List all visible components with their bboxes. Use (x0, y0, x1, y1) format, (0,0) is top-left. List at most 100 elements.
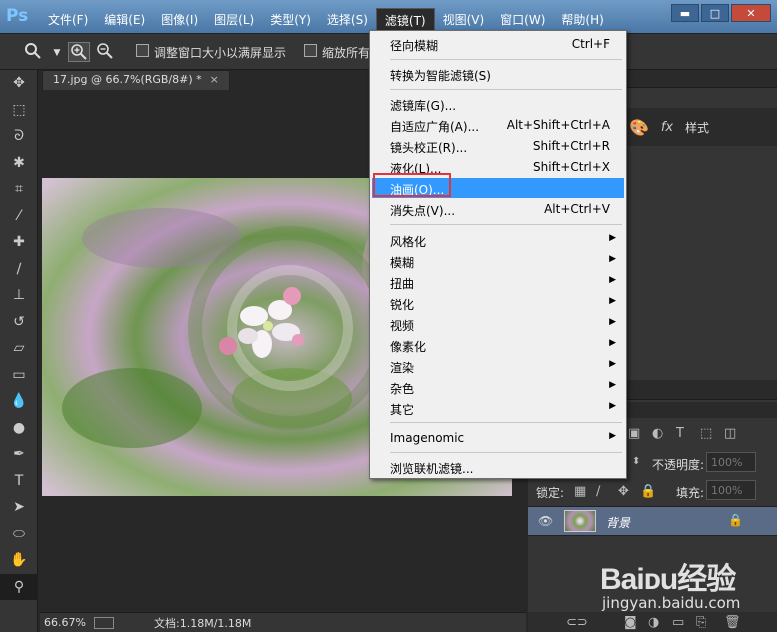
menu-item-video[interactable]: 视频 ▶ (372, 314, 624, 334)
lock-transparent-icon[interactable]: ▦ (574, 484, 586, 499)
lock-image-icon[interactable]: ∕ (596, 484, 600, 499)
fill-label: 填充: (676, 486, 705, 500)
magic-wand-tool-icon[interactable]: ✱ (0, 150, 38, 177)
menu-filter[interactable]: 滤镜(T) (375, 8, 435, 30)
menu-item-label: 锐化 (390, 298, 415, 312)
status-info-icon[interactable] (94, 616, 114, 629)
menubar: Ps 文件(F) 编辑(E) 图像(I) 图层(L) 类型(Y) 选择(S) 滤… (0, 0, 777, 34)
menu-item-imagenomic[interactable]: Imagenomic ▶ (372, 428, 624, 448)
menu-item-pixelate[interactable]: 像素化 ▶ (372, 335, 624, 355)
brush-tool-icon[interactable]: ∕ (0, 256, 38, 283)
menu-type[interactable]: 类型(Y) (262, 8, 319, 30)
zoom-out-icon[interactable] (94, 42, 116, 62)
submenu-arrow-icon: ▶ (609, 317, 616, 327)
layer-filter-shape-icon[interactable]: ⬚ (700, 426, 712, 441)
menu-item-lens-correction[interactable]: 镜头校正(R)... Shift+Ctrl+R (372, 136, 624, 156)
marquee-tool-icon[interactable]: ⬚ (0, 97, 38, 124)
menu-item-render[interactable]: 渲染 ▶ (372, 356, 624, 376)
close-button[interactable]: ✕ (731, 4, 771, 22)
blend-mode-chevron-icon[interactable]: ⬍ (632, 456, 640, 467)
crop-tool-icon[interactable]: ⌗ (0, 176, 38, 203)
menu-item-label: 镜头校正(R)... (390, 141, 468, 155)
zoom-tool-box-icon[interactable]: ⚲ (0, 573, 38, 600)
pen-tool-icon[interactable]: ✒ (0, 441, 38, 468)
fx-icon[interactable]: fx (653, 113, 681, 141)
menu-item-label: 滤镜库(G)... (390, 99, 457, 113)
eraser-tool-icon[interactable]: ▱ (0, 335, 38, 362)
menu-item-distort[interactable]: 扭曲 ▶ (372, 272, 624, 292)
menu-item-label: 扭曲 (390, 277, 415, 291)
link-layers-icon[interactable]: ⊂⊃ (566, 615, 588, 630)
menu-item-stylize[interactable]: 风格化 ▶ (372, 230, 624, 250)
menu-item-label: 模糊 (390, 256, 415, 270)
maximize-button[interactable]: □ (701, 4, 729, 22)
adjustment-panel-footer (625, 380, 777, 400)
menu-view[interactable]: 视图(V) (435, 8, 493, 30)
zoom-in-icon[interactable] (68, 42, 90, 62)
layer-filter-adjust-icon[interactable]: ◐ (652, 426, 663, 441)
gradient-tool-icon[interactable]: ▭ (0, 362, 38, 389)
menu-item-filter-gallery[interactable]: 滤镜库(G)... (372, 94, 624, 114)
menu-help[interactable]: 帮助(H) (553, 8, 611, 30)
styles-label: 样式 (685, 120, 710, 135)
healing-brush-tool-icon[interactable]: ✚ (0, 229, 38, 256)
hand-tool-icon[interactable]: ✋ (0, 547, 38, 574)
zoom-all-checkbox[interactable] (304, 44, 317, 57)
submenu-arrow-icon: ▶ (609, 338, 616, 348)
baidu-logo: Baiᴅu经验 (600, 563, 736, 596)
lock-position-icon[interactable]: ✥ (618, 484, 629, 499)
menu-item-adaptive-wide-angle[interactable]: 自适应广角(A)... Alt+Shift+Ctrl+A (372, 115, 624, 135)
tool-preset-chevron-icon[interactable]: ▼ (46, 48, 68, 68)
layer-filter-type-icon[interactable]: T (676, 426, 684, 441)
menu-file[interactable]: 文件(F) (40, 8, 96, 30)
opacity-input[interactable]: 100% (706, 452, 756, 472)
dodge-tool-icon[interactable]: ● (0, 415, 38, 442)
lock-all-icon[interactable]: 🔒 (640, 484, 656, 499)
shape-tool-icon[interactable]: ⬭ (0, 521, 38, 548)
palette-icon[interactable]: 🎨 (625, 113, 653, 141)
menu-item-label: 其它 (390, 403, 415, 417)
type-tool-icon[interactable]: T (0, 468, 38, 495)
eyedropper-tool-icon[interactable]: ⁄ (0, 203, 38, 230)
menu-item-shortcut: Shift+Ctrl+X (533, 160, 610, 174)
menu-edit[interactable]: 编辑(E) (96, 8, 153, 30)
lasso-tool-icon[interactable]: ᘐ (0, 123, 38, 150)
history-brush-tool-icon[interactable]: ↺ (0, 309, 38, 336)
eye-icon[interactable]: 👁 (538, 514, 553, 528)
menu-separator (390, 224, 622, 225)
menu-item-noise[interactable]: 杂色 ▶ (372, 377, 624, 397)
zoom-level[interactable]: 66.67% (40, 616, 90, 629)
layer-name[interactable]: 背景 (606, 514, 630, 531)
submenu-arrow-icon: ▶ (609, 254, 616, 264)
clone-stamp-tool-icon[interactable]: ⊥ (0, 282, 38, 309)
menu-select[interactable]: 选择(S) (319, 8, 376, 30)
menu-item-label: 像素化 (390, 340, 427, 354)
layer-filter-smart-icon[interactable]: ◫ (724, 426, 736, 441)
path-selection-tool-icon[interactable]: ➤ (0, 494, 38, 521)
tab-close-icon[interactable]: × (210, 73, 219, 86)
fill-input[interactable]: 100% (706, 480, 756, 500)
menu-layer[interactable]: 图层(L) (206, 8, 262, 30)
zoom-all-label: 缩放所有 (322, 46, 371, 60)
menu-item-radial-blur[interactable]: 径向模糊 Ctrl+F (372, 34, 624, 54)
menu-item-browse-online-filters[interactable]: 浏览联机滤镜... (372, 457, 624, 477)
menu-item-vanishing-point[interactable]: 消失点(V)... Alt+Ctrl+V (372, 199, 624, 219)
menu-window[interactable]: 窗口(W) (492, 8, 553, 30)
move-tool-icon[interactable]: ✥ (0, 70, 38, 97)
blur-tool-icon[interactable]: 💧 (0, 388, 38, 415)
submenu-arrow-icon: ▶ (609, 401, 616, 411)
fit-window-checkbox[interactable] (136, 44, 149, 57)
document-tab[interactable]: 17.jpg @ 66.7%(RGB/8#) * × (42, 70, 230, 90)
layer-filter-pixel-icon[interactable]: ▣ (628, 426, 640, 441)
styles-panel-tab[interactable]: 🎨 fx 样式 (625, 108, 777, 146)
opacity-label: 不透明度: (652, 458, 705, 472)
menu-image[interactable]: 图像(I) (153, 8, 206, 30)
layer-row-background[interactable]: 👁 背景 🔒 (528, 506, 777, 536)
menu-item-other[interactable]: 其它 ▶ (372, 398, 624, 418)
menu-item-blur[interactable]: 模糊 ▶ (372, 251, 624, 271)
menu-item-sharpen[interactable]: 锐化 ▶ (372, 293, 624, 313)
zoom-tool-icon[interactable] (22, 42, 44, 62)
submenu-arrow-icon: ▶ (609, 380, 616, 390)
menu-item-convert-smart-filter[interactable]: 转换为智能滤镜(S) (372, 64, 624, 84)
minimize-button[interactable]: ▬ (671, 4, 699, 22)
